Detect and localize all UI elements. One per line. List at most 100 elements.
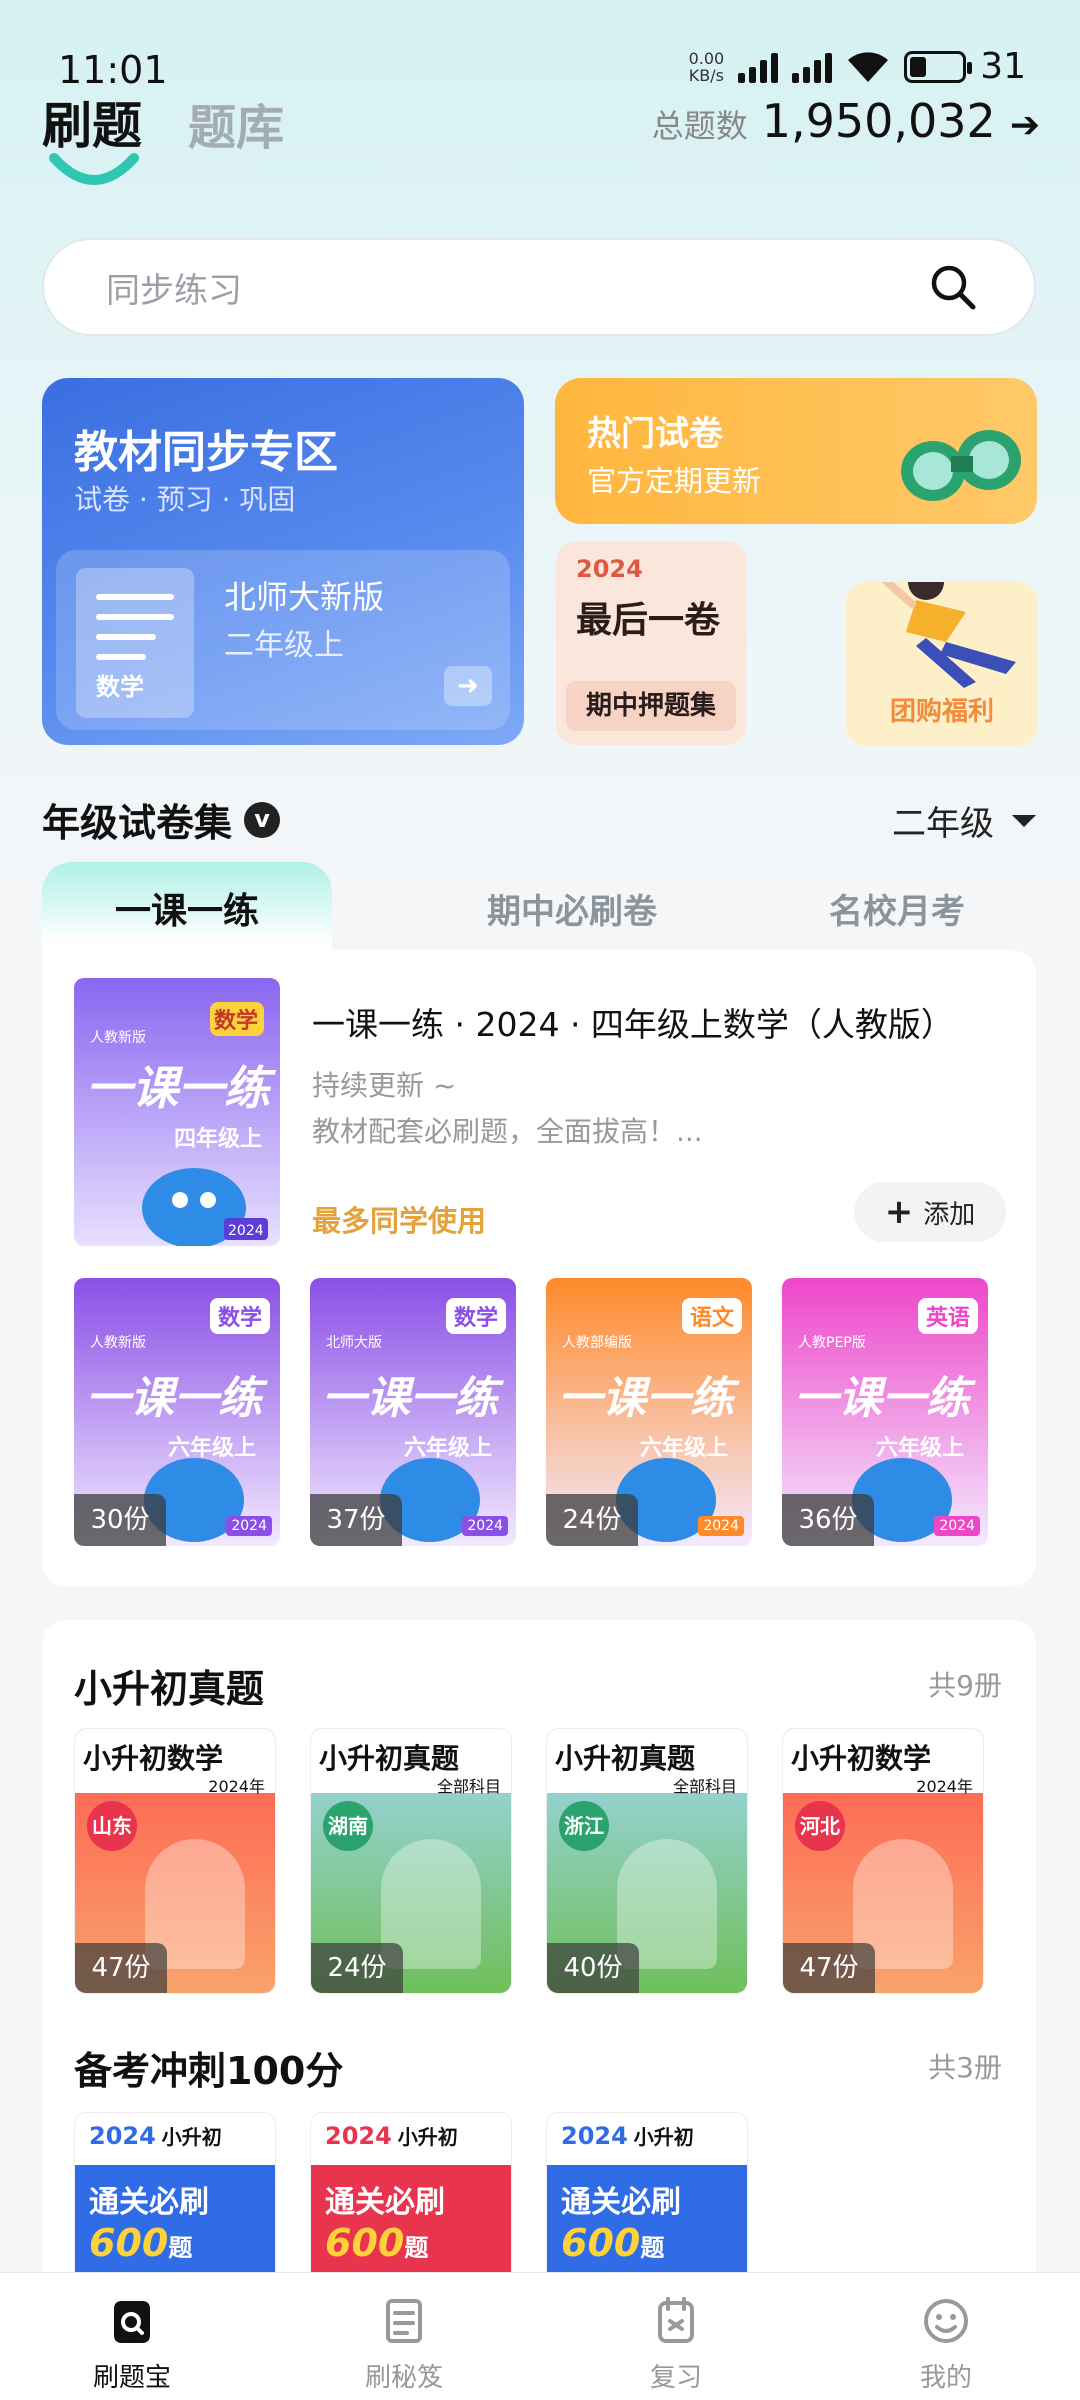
book-grade: 六年级上 [404,1436,493,1461]
status-indicators: 0.00 KB/s 31 [689,46,1026,87]
xsc-book-card[interactable]: 小升初数学 2024年山东 47份 [74,1728,276,1994]
textbook-icon: 数学 [76,568,194,718]
province-badge: 河北 [795,1801,845,1851]
v-badge-icon: v [244,801,281,838]
last-paper-card[interactable]: 2024 最后一卷 期中押题集 [556,541,746,745]
signal-2-icon [792,51,833,83]
book-year: 2024 [226,1516,272,1536]
featured-title[interactable]: 一课一练 · 2024 · 四年级上数学（人教版） [312,998,954,1046]
sprint-book-card[interactable]: 2024 小升初 通关必刷 600题 [74,2112,276,2292]
book-grade: 六年级上 [168,1436,257,1461]
province-badge: 山东 [87,1801,137,1851]
tab-midterm[interactable]: 期中必刷卷 [422,862,722,962]
book-publisher: 北师大版 [326,1335,382,1351]
book-count: 24份 [546,1494,638,1546]
nav-label: 刷题宝 [92,2363,171,2393]
xsc-book-count: 24份 [311,1943,403,1993]
arrow-right-icon[interactable]: ➜ [444,666,492,706]
tab-shuati[interactable]: 刷题 [42,86,142,158]
book-card[interactable]: 人教新版 数学 一课一练 六年级上 2024 30份 [74,1278,280,1546]
sprint-unit: 题 [404,2234,429,2262]
book-card[interactable]: 人教部编版 语文 一课一练 六年级上 2024 24份 [546,1278,752,1546]
signal-icon [738,51,779,83]
plus-icon: + [884,1192,914,1232]
battery-level: 31 [980,46,1026,87]
sprint-year: 2024 [561,2122,628,2150]
notebook-icon [658,2297,694,2343]
book-subject: 英语 [917,1298,978,1334]
book-card[interactable]: 人教PEP版 英语一课一练六年级上 2024 36份 [782,1278,988,1546]
textbook-grade: 二年级上 [224,628,344,663]
paper-tabs: 一课一练 期中必刷卷 名校月考 [42,862,1036,962]
book-publisher: 人教PEP版 [798,1335,866,1351]
last-paper-title: 最后一卷 [576,600,721,641]
last-paper-year: 2024 [576,555,643,583]
nav-label: 刷秘笈 [364,2363,443,2393]
nav-item-mine[interactable]: 我的 [846,2273,1046,2400]
smiley-icon [924,2299,968,2343]
tab-yike-yilian[interactable]: 一课一练 [42,862,332,962]
tab-tiku[interactable]: 题库 [188,88,284,158]
sprint-book-card[interactable]: 2024 小升初 通关必刷 600题 [310,2112,512,2292]
group-buy-label: 团购福利 [889,697,994,727]
book-series: 一课一练 [794,1373,970,1424]
total-questions[interactable]: 总题数 1,950,032 ➔ [652,94,1040,148]
sprint-count[interactable]: 共3册 [928,2046,1002,2086]
xsc-book-card[interactable]: 小升初真题 全部科目 湖南 24份 [310,1728,512,1994]
book-year: 2024 [462,1516,508,1536]
search-bag-icon [114,2301,150,2343]
xsc-count[interactable]: 共9册 [928,1664,1002,1704]
tab-monthly[interactable]: 名校月考 [762,862,1032,962]
sync-subtitle: 试卷 · 预习 · 巩固 [74,483,296,516]
svg-text:数学: 数学 [214,1008,258,1034]
hot-papers-card[interactable]: 热门试卷 官方定期更新 [555,378,1037,524]
book-count: 36份 [782,1494,874,1546]
nav-item-mijii[interactable]: 刷秘笈 [304,2273,504,2400]
book-series: 一课一练 [558,1373,734,1424]
sprint-number: 600 [325,2221,405,2265]
book-subject: 数学 [445,1298,506,1334]
nav-item-shuatibao[interactable]: 刷题宝 [32,2273,232,2400]
total-value: 1,950,032 [761,94,996,148]
book-grade: 六年级上 [640,1436,729,1461]
book-row: 人教新版 数学 一课一练 六年级上 2024 30份 北师大版 数学 一课一练 六年级上 2024 3… [74,1278,1014,1548]
search-icon[interactable] [928,262,978,312]
textbook-selector[interactable]: 数学 北师大新版 二年级上 ➜ [56,550,510,730]
svg-text:2024: 2024 [228,1223,264,1239]
sprint-unit: 题 [640,2234,665,2262]
xsc-book-title: 小升初真题 [555,1742,696,1775]
grade-dropdown[interactable]: 二年级 [892,796,1036,845]
chevron-down-icon [1012,814,1036,827]
group-buy-card[interactable]: 团购福利 [846,582,1038,746]
featured-book-cover[interactable]: 人教新版 数学 一课一练 四年级上 2024 [74,978,280,1246]
xsc-book-title: 小升初数学 [83,1742,224,1775]
book-year: 2024 [934,1516,980,1536]
battery-icon [904,50,973,83]
svg-text:一课一练: 一课一练 [86,1061,277,1115]
book-subject: 数学 [209,1298,270,1334]
xsc-book-sub: 2024年 [916,1777,973,1796]
grade-selected: 二年级 [892,804,994,844]
xsc-book-title: 小升初真题 [319,1742,460,1775]
sprint-year: 2024 [89,2122,156,2150]
xsc-book-card[interactable]: 小升初数学 2024年 河北 47份 [782,1728,984,1994]
svg-text:四年级上: 四年级上 [174,1126,262,1152]
nav-item-review[interactable]: 复习 [576,2273,776,2400]
xsc-book-sub: 2024年 [208,1777,265,1796]
textbook-sync-card[interactable]: 教材同步专区 试卷 · 预习 · 巩固 数学 北师大新版 二年级上 ➜ [42,378,524,745]
book-count: 37份 [310,1494,402,1546]
search-bar[interactable]: 同步练习 [42,238,1036,336]
search-placeholder: 同步练习 [106,270,242,311]
xsc-book-card[interactable]: 小升初真题 全部科目 浙江 40份 [546,1728,748,1994]
arrow-right-icon: ➔ [1009,105,1040,146]
total-label: 总题数 [651,107,748,145]
book-grade: 六年级上 [876,1436,965,1461]
jumping-girl-illustration [881,582,1016,688]
featured-sub1: 持续更新 ~ [312,1069,457,1102]
xsc-book-count: 47份 [75,1943,167,1993]
add-button[interactable]: + 添加 [854,1182,1006,1242]
sprint-line1: 通关必刷 [325,2185,445,2220]
sprint-book-card[interactable]: 2024 小升初 通关必刷 600题 [546,2112,748,2292]
book-card[interactable]: 北师大版 数学 一课一练 六年级上 2024 37份 [310,1278,516,1546]
hot-subtitle: 官方定期更新 [587,464,762,498]
